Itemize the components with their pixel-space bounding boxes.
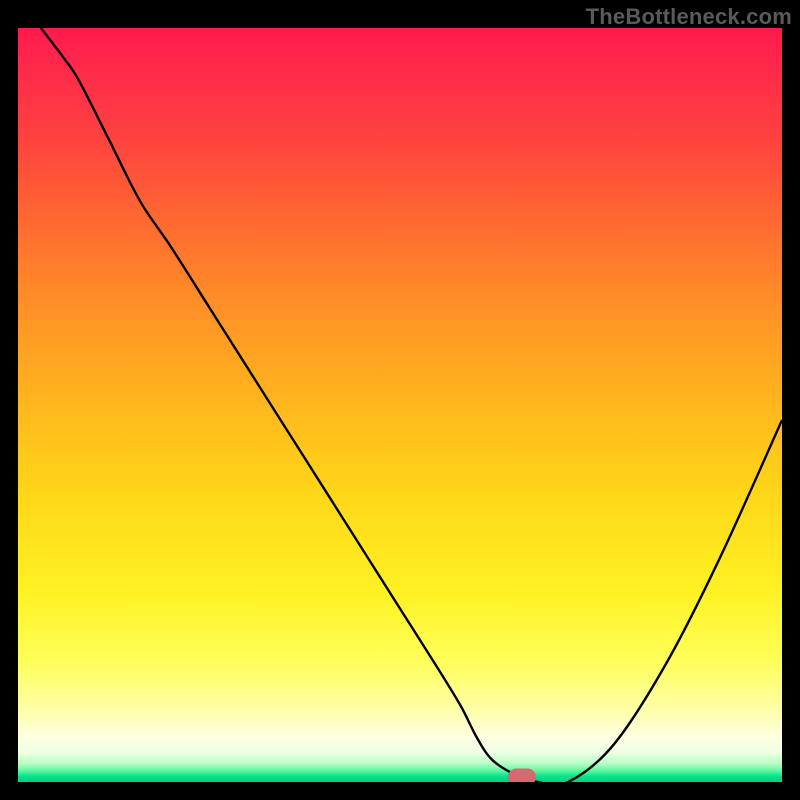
bottleneck-curve-svg	[18, 28, 782, 782]
bottleneck-marker	[508, 768, 536, 782]
chart-frame: TheBottleneck.com	[0, 0, 800, 800]
plot-outer	[18, 28, 782, 782]
watermark-text: TheBottleneck.com	[586, 4, 792, 30]
plot-area	[18, 28, 782, 782]
bottleneck-curve-path	[41, 28, 782, 782]
